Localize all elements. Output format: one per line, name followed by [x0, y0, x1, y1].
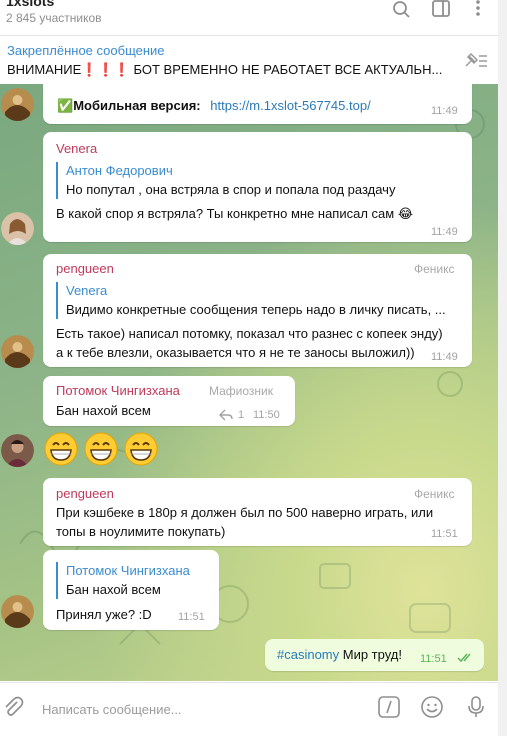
message-text-line: топы в ноулимите покупать)	[56, 524, 226, 539]
member-role: Феникс	[414, 262, 455, 276]
grinning-emoji-icon	[44, 432, 78, 466]
message-text: Бан нахой всем	[56, 403, 151, 418]
message-text-line: а к тебе влезли, оказывается что я не те…	[56, 345, 415, 360]
microphone-icon[interactable]	[464, 695, 488, 719]
reply-quote[interactable]: Потомок Чингизхана Бан нахой всем	[56, 562, 216, 599]
attach-icon[interactable]	[1, 695, 25, 719]
avatar[interactable]	[1, 434, 34, 467]
reply-icon[interactable]	[219, 409, 233, 421]
message-text: В какой спор я встряла? Ты конкретно мне…	[56, 206, 414, 221]
reply-quote[interactable]: Антон Федорович Но попутал , она встряла…	[56, 162, 461, 199]
message-body: Мир труд!	[339, 647, 402, 662]
hashtag-link[interactable]: #casinomy	[277, 647, 339, 662]
avatar[interactable]	[1, 88, 34, 121]
message-bubble[interactable]: Venera Антон Федорович Но попутал , она …	[43, 132, 472, 242]
quote-text: Бан нахой всем	[66, 582, 161, 597]
sender-name[interactable]: Venera	[56, 141, 97, 156]
grinning-emoji-icon	[124, 432, 158, 466]
message-text-line: Есть такое) написал потомку, показал что…	[56, 326, 443, 341]
sidebar-toggle-icon[interactable]	[430, 0, 454, 20]
message-input[interactable]	[40, 697, 364, 721]
sender-name[interactable]: pengueen	[56, 261, 114, 276]
check-emoji: ✅	[57, 98, 74, 113]
message-text: ✅Мобильная версия: https://m.1xslot-5677…	[57, 96, 371, 115]
quote-text: Но попутал , она встряла в спор и попала…	[66, 182, 396, 197]
members-count: 2 845 участников	[6, 11, 102, 25]
unpin-icon[interactable]	[462, 50, 488, 70]
mobile-version-link[interactable]: https://m.1xslot-567745.top/	[210, 98, 370, 113]
command-icon[interactable]	[377, 695, 401, 719]
message-text: #casinomy Мир труд!	[277, 645, 402, 664]
reply-quote[interactable]: Venera Видимо конкретные сообщения тепер…	[56, 282, 466, 319]
message-time: 11:49	[431, 351, 458, 363]
sender-name[interactable]: Потомок Чингизхана	[56, 383, 180, 398]
pinned-message-bar[interactable]: Закреплённое сообщение ВНИМАНИЕ❗❗❗ БОТ В…	[0, 35, 498, 85]
message-text: Принял уже? :D	[56, 607, 152, 622]
message-bubble[interactable]: ✅Мобильная версия: https://m.1xslot-5677…	[43, 84, 472, 124]
mobile-version-label: Мобильная версия:	[73, 98, 201, 113]
right-panel-edge	[498, 0, 507, 736]
message-composer[interactable]	[0, 682, 498, 737]
message-bubble[interactable]: Потомок Чингизхана Бан нахой всем Принял…	[43, 550, 219, 630]
quote-sender: Потомок Чингизхана	[66, 563, 190, 578]
chat-header[interactable]: 1xslots 2 845 участников	[0, 0, 490, 33]
message-time: 11:51	[420, 653, 447, 665]
avatar[interactable]	[1, 595, 34, 628]
quote-text: Видимо конкретные сообщения теперь надо …	[66, 302, 446, 317]
message-bubble[interactable]: pengueen Феникс При кэшбеке в 180р я дол…	[43, 478, 472, 546]
avatar[interactable]	[1, 212, 34, 245]
grinning-emoji-icon	[84, 432, 118, 466]
pinned-text: ВНИМАНИЕ❗❗❗ БОТ ВРЕМЕННО НЕ РАБОТАЕТ ВСЕ…	[7, 62, 443, 77]
double-check-icon	[457, 653, 471, 663]
quote-sender: Venera	[66, 283, 108, 298]
pinned-title: Закреплённое сообщение	[7, 43, 165, 58]
message-time: 11:49	[431, 226, 458, 238]
member-role: Мафиозник	[209, 384, 274, 398]
message-bubble[interactable]: Потомок Чингизхана Мафиозник Бан нахой в…	[43, 376, 295, 426]
message-bubble[interactable]: pengueen Феникс Venera Видимо конкретные…	[43, 254, 472, 367]
message-time: 11:51	[178, 611, 205, 623]
more-vertical-icon[interactable]	[466, 0, 490, 20]
quote-sender: Антон Федорович	[66, 163, 173, 178]
member-role: Феникс	[414, 487, 455, 501]
chat-title[interactable]: 1xslots	[6, 0, 54, 9]
message-text-line: При кэшбеке в 180р я должен был по 500 н…	[56, 505, 434, 520]
reply-count[interactable]: 1	[238, 409, 244, 421]
sender-name[interactable]: pengueen	[56, 486, 114, 501]
emoji-message[interactable]: 😁😁😁	[43, 432, 163, 470]
message-time: 11:50	[253, 409, 280, 421]
emoji-icon[interactable]	[420, 695, 444, 719]
chat-messages-area[interactable]: ✅Мобильная версия: https://m.1xslot-5677…	[0, 84, 498, 681]
message-time: 11:49	[431, 105, 458, 117]
message-time: 11:51	[431, 528, 458, 540]
outgoing-message-bubble[interactable]: #casinomy Мир труд! 11:51	[265, 639, 484, 671]
search-icon[interactable]	[390, 0, 414, 20]
avatar[interactable]	[1, 335, 34, 368]
